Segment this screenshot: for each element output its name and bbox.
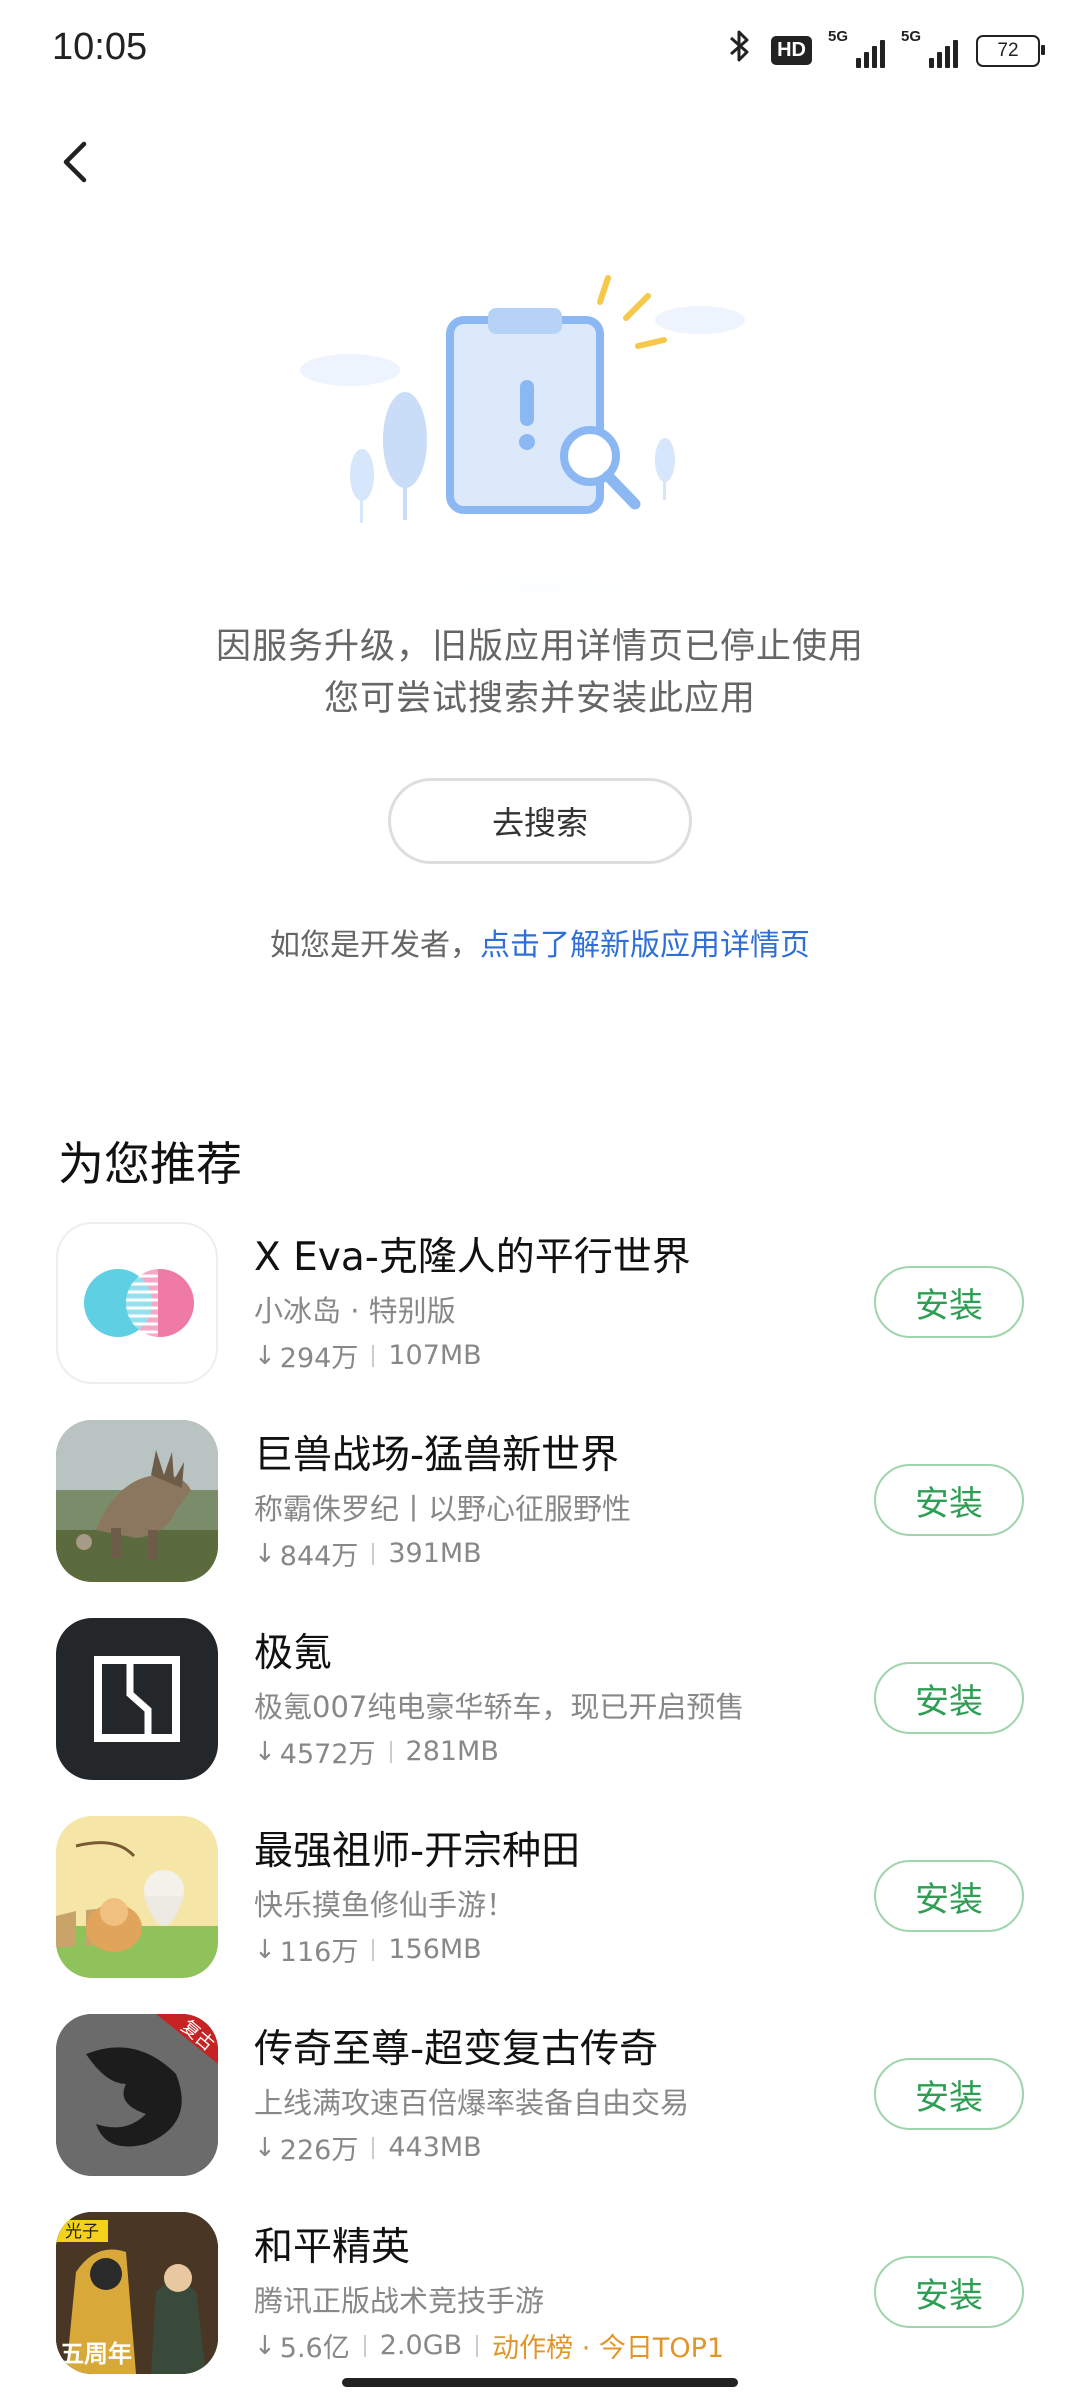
badge-text: 光子 — [65, 2222, 99, 2242]
go-search-button[interactable]: 去搜索 — [388, 778, 692, 864]
app-downloads: 844万 — [279, 1541, 359, 1572]
app-name: X Eva-克隆人的平行世界 — [254, 1235, 691, 1280]
app-meta: ↓ 5.6亿 2.0GB 动作榜 · 今日TOP1 — [254, 2326, 724, 2365]
signal-icon-1: 5G — [828, 28, 885, 68]
home-indicator[interactable] — [342, 2378, 738, 2387]
app-meta: ↓ 226万 443MB — [254, 2128, 482, 2167]
hd-voice-icon: HD — [771, 36, 812, 65]
app-size: 391MB — [388, 1538, 482, 1569]
recommend-title: 为您推荐 — [58, 1137, 242, 1191]
app-size: 281MB — [405, 1736, 499, 1767]
install-button[interactable]: 安装 — [874, 2058, 1024, 2130]
zeekr-icon — [56, 1618, 218, 1780]
signal-icon-2: 5G — [901, 28, 958, 68]
peace-elite-icon: 光子 五周年 — [56, 2212, 218, 2374]
list-item[interactable]: 复古 传奇至尊-超变复古传奇 上线满攻速百倍爆率装备自由交易 ↓ 226万 443M… — [0, 2014, 1080, 2184]
app-desc: 上线满攻速百倍爆率装备自由交易 — [254, 2086, 690, 2120]
notice-line-1: 因服务升级，旧版应用详情页已停止使用 — [215, 627, 864, 667]
status-bar: 10:05 HD 5G 5G 72 — [0, 0, 1080, 100]
app-size: 107MB — [388, 1340, 482, 1371]
install-button[interactable]: 安装 — [874, 1860, 1024, 1932]
notice-line-2: 您可尝试搜索并安装此应用 — [323, 679, 756, 719]
list-item[interactable]: 巨兽战场-猛兽新世界 称霸侏罗纪丨以野心征服野性 ↓ 844万 391MB 安装 — [0, 1420, 1080, 1590]
dragon-game-icon: 复古 — [56, 2014, 218, 2176]
list-item[interactable]: 光子 五周年 和平精英 腾讯正版战术竞技手游 ↓ 5.6亿 2.0GB 动作榜 · 今… — [0, 2212, 1080, 2382]
developer-notice-text: 如您是开发者， — [270, 928, 480, 963]
list-item[interactable]: 最强祖师-开宗种田 快乐摸鱼修仙手游！ ↓ 116万 156MB 安装 — [0, 1816, 1080, 1986]
status-time: 10:05 — [52, 26, 148, 68]
download-icon: ↓ — [254, 1736, 276, 1767]
app-desc: 称霸侏罗纪丨以野心征服野性 — [254, 1492, 632, 1526]
app-size: 2.0GB — [379, 2330, 463, 2361]
dinosaur-game-icon — [56, 1420, 218, 1582]
app-desc: 极氪007纯电豪华轿车，现已开启预售 — [254, 1690, 745, 1724]
app-name: 巨兽战场-猛兽新世界 — [254, 1433, 620, 1478]
list-item[interactable]: X Eva-克隆人的平行世界 小冰岛 · 特别版 ↓ 294万 107MB 安装 — [0, 1222, 1080, 1392]
download-icon: ↓ — [254, 2132, 276, 2163]
app-name: 极氪 — [254, 1631, 333, 1676]
install-button[interactable]: 安装 — [874, 1662, 1024, 1734]
app-desc: 腾讯正版战术竞技手游 — [254, 2284, 545, 2318]
download-icon: ↓ — [254, 1934, 276, 1965]
status-icons: HD 5G 5G 72 — [727, 28, 1045, 73]
download-icon: ↓ — [254, 2330, 276, 2361]
farming-game-icon — [56, 1816, 218, 1978]
badge-text: 五周年 — [60, 2340, 132, 2368]
app-meta: ↓ 4572万 281MB — [254, 1732, 499, 1771]
app-name: 最强祖师-开宗种田 — [254, 1829, 581, 1874]
app-downloads: 294万 — [279, 1343, 359, 1374]
app-desc: 小冰岛 · 特别版 — [254, 1294, 456, 1328]
xeva-icon — [56, 1222, 218, 1384]
app-name: 和平精英 — [254, 2225, 411, 2270]
chevron-left-icon — [63, 141, 87, 183]
app-rank[interactable]: 动作榜 · 今日TOP1 — [492, 2326, 724, 2365]
download-icon: ↓ — [254, 1340, 276, 1371]
back-button[interactable] — [50, 132, 110, 192]
app-name: 传奇至尊-超变复古传奇 — [254, 2027, 659, 2072]
install-button[interactable]: 安装 — [874, 1464, 1024, 1536]
install-button[interactable]: 安装 — [874, 1266, 1024, 1338]
developer-details-link[interactable]: 点击了解新版应用详情页 — [480, 928, 810, 963]
app-downloads: 226万 — [279, 2135, 359, 2166]
developer-notice: 如您是开发者，点击了解新版应用详情页 — [0, 920, 1080, 964]
page-unavailable-illustration — [270, 260, 810, 690]
battery-icon: 72 — [976, 34, 1045, 67]
app-downloads: 4572万 — [279, 1739, 376, 1770]
download-icon: ↓ — [254, 1538, 276, 1569]
app-desc: 快乐摸鱼修仙手游！ — [254, 1888, 516, 1922]
app-meta: ↓ 116万 156MB — [254, 1930, 482, 1969]
app-meta: ↓ 844万 391MB — [254, 1534, 482, 1573]
app-meta: ↓ 294万 107MB — [254, 1336, 482, 1375]
app-downloads: 116万 — [279, 1937, 359, 1968]
bluetooth-icon — [727, 28, 753, 73]
app-size: 443MB — [388, 2132, 482, 2163]
app-downloads: 5.6亿 — [279, 2333, 350, 2364]
list-item[interactable]: 极氪 极氪007纯电豪华轿车，现已开启预售 ↓ 4572万 281MB 安装 — [0, 1618, 1080, 1788]
install-button[interactable]: 安装 — [874, 2256, 1024, 2328]
app-size: 156MB — [388, 1934, 482, 1965]
